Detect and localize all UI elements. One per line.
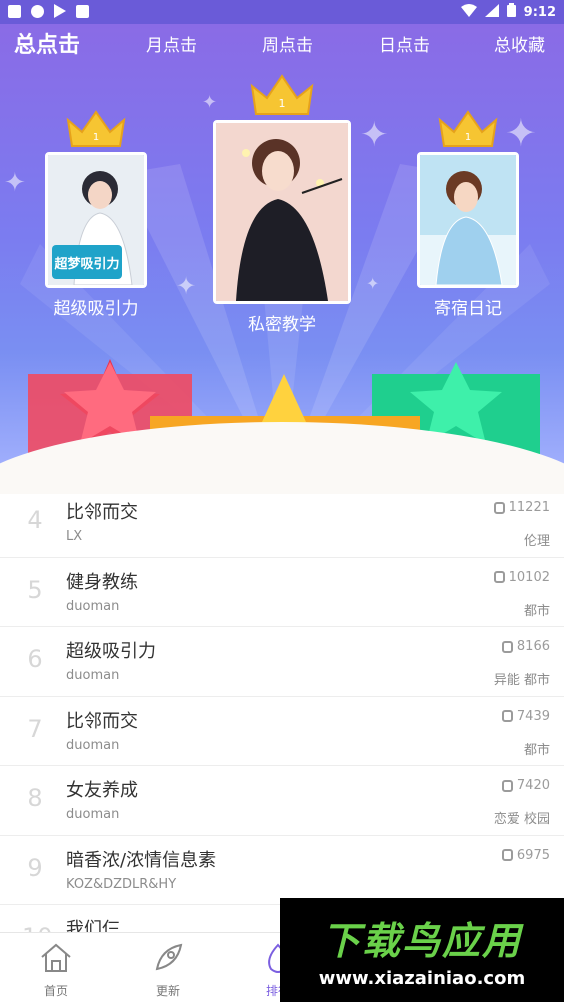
podium-first-title: 私密教学	[248, 315, 316, 335]
comic-title: 健身教练	[66, 571, 138, 593]
notification-square-icon	[8, 4, 21, 18]
comic-tags: 都市	[523, 742, 550, 758]
podium-third-title: 寄宿日记	[434, 299, 502, 319]
status-notifications	[8, 4, 89, 18]
rank-number: 4	[27, 506, 43, 534]
podium-third[interactable]: 1 寄宿日记	[416, 110, 520, 319]
wifi-icon	[460, 3, 477, 21]
comic-author: duoman	[66, 737, 120, 753]
comic-title: 比邻而交	[66, 710, 138, 732]
clock: 9:12	[523, 4, 556, 20]
tab-monthly-clicks[interactable]: 月点击	[146, 30, 197, 62]
rank-number: 8	[27, 784, 43, 812]
status-system: 9:12	[460, 3, 556, 21]
podium-second[interactable]: 1 超梦吸引力 超级吸引力	[44, 110, 148, 319]
comic-title: 比邻而交	[66, 502, 138, 523]
ranking-hero: 总点击 月点击 周点击 日点击 总收藏 ✦ ✦ ✦ ✦ ✦ ✦ 1 超梦吸引力 …	[0, 24, 564, 494]
click-count: 8166	[501, 639, 550, 654]
ranking-row[interactable]: 8 女友养成 duoman 7420 恋爱 校园	[0, 766, 564, 836]
click-count: 6975	[501, 848, 550, 863]
sparkle-icon: ✦	[366, 274, 380, 293]
status-bar: 9:12	[0, 0, 564, 24]
click-count: 7420	[501, 778, 550, 793]
rocket-icon	[155, 943, 183, 971]
ranking-row[interactable]: 6 超级吸引力 duoman 8166 异能 都市	[0, 627, 564, 697]
nav-updates[interactable]: 更新	[138, 941, 198, 999]
comic-author: duoman	[66, 668, 120, 683]
watermark-url: www.xiazainiao.com	[318, 968, 526, 989]
comic-author: duoman	[66, 807, 120, 822]
cover-third	[417, 152, 519, 288]
nav-home[interactable]: 首页	[26, 941, 86, 999]
book-icon	[501, 640, 513, 653]
svg-text:超梦吸引力: 超梦吸引力	[54, 256, 119, 272]
svg-text:1: 1	[465, 132, 471, 143]
comic-author: duoman	[66, 598, 120, 614]
book-icon	[493, 571, 505, 583]
play-store-icon	[54, 4, 66, 18]
click-count: 10102	[493, 570, 550, 585]
ranking-row[interactable]: 9 暗香浓/浓情信息素 KOZ&DZDLR&HY 6975	[0, 836, 564, 905]
nav-updates-label: 更新	[155, 984, 180, 998]
comic-tags: 异能 都市	[493, 673, 550, 688]
battery-icon	[506, 3, 516, 21]
comic-tags: 伦理	[523, 534, 550, 549]
svg-text:1: 1	[93, 132, 99, 143]
sparkle-icon: ✦	[360, 115, 389, 155]
home-icon	[41, 943, 71, 972]
podium-second-title: 超级吸引力	[53, 299, 139, 319]
comic-title: 暗香浓/浓情信息素	[66, 849, 217, 871]
book-icon	[501, 779, 513, 792]
tab-daily-clicks[interactable]: 日点击	[379, 30, 430, 62]
watermark-title: 下载鸟应用	[321, 919, 522, 963]
comic-author: LX	[66, 529, 83, 544]
cover-second: 超梦吸引力	[45, 152, 147, 288]
crown-icon: 1	[66, 110, 126, 147]
comic-tags: 恋爱 校园	[493, 812, 550, 827]
rank-number: 5	[27, 575, 43, 604]
comic-title: 超级吸引力	[66, 641, 156, 662]
comic-tags: 都市	[523, 603, 550, 619]
comic-author: KOZ&DZDLR&HY	[66, 876, 177, 892]
tab-total-clicks[interactable]: 总点击	[14, 30, 80, 62]
cover-first	[213, 120, 351, 304]
tab-total-favorites[interactable]: 总收藏	[494, 30, 545, 62]
rank-number: 7	[27, 714, 43, 743]
ranking-row[interactable]: 5 健身教练 duoman 10102 都市	[0, 558, 564, 627]
ranking-row[interactable]: 7 比邻而交 duoman 7439 都市	[0, 697, 564, 766]
svg-text:1: 1	[279, 97, 286, 110]
crown-icon: 1	[438, 110, 498, 147]
tab-weekly-clicks[interactable]: 周点击	[262, 30, 313, 62]
book-icon	[501, 710, 513, 722]
watermark: 下载鸟应用 www.xiazainiao.com	[280, 898, 564, 1002]
shield-icon	[31, 4, 44, 18]
comic-title: 女友养成	[66, 780, 138, 801]
font-icon	[76, 4, 89, 18]
ranking-tabs: 总点击 月点击 周点击 日点击 总收藏	[0, 30, 564, 66]
click-count: 11221	[493, 500, 550, 515]
book-icon	[501, 849, 513, 861]
rank-number: 6	[27, 645, 43, 673]
sparkle-icon: ✦	[176, 272, 197, 300]
signal-icon	[484, 3, 499, 21]
rank-number: 9	[27, 853, 43, 882]
crown-icon: 1	[250, 74, 314, 115]
sparkle-icon: ✦	[4, 168, 26, 198]
ranking-row[interactable]: 4 比邻而交 LX 11221 伦理	[0, 488, 564, 558]
click-count: 7439	[501, 709, 550, 724]
podium-first[interactable]: 1 私密教学	[212, 74, 352, 335]
book-icon	[493, 501, 505, 514]
nav-home-label: 首页	[43, 984, 68, 998]
